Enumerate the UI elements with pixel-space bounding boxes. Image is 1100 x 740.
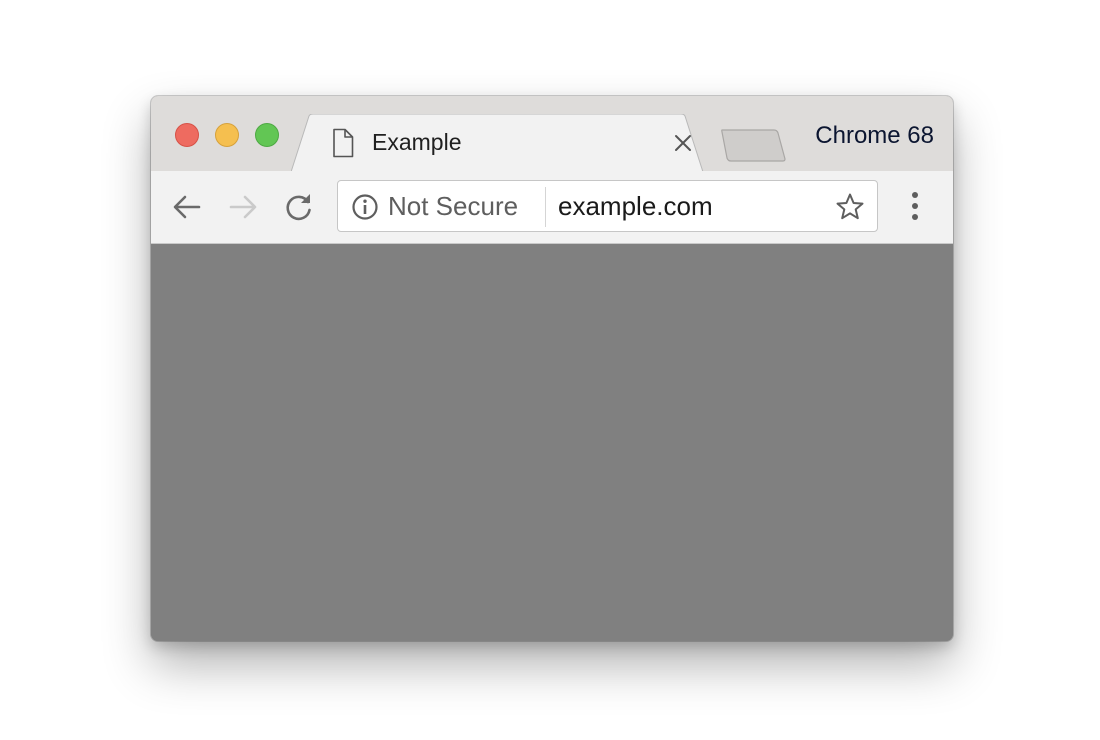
- info-icon[interactable]: [351, 193, 379, 221]
- browser-window: Example Chrome 68 Not Secure example.com: [151, 96, 953, 641]
- star-icon[interactable]: [835, 192, 865, 222]
- omnibox-divider: [545, 187, 546, 227]
- reload-icon[interactable]: [282, 190, 316, 224]
- address-bar[interactable]: Not Secure example.com: [337, 180, 878, 232]
- toolbar: Not Secure example.com: [151, 171, 953, 244]
- more-vertical-icon[interactable]: [903, 189, 927, 223]
- arrow-left-icon[interactable]: [170, 190, 204, 224]
- arrow-right-icon[interactable]: [226, 190, 260, 224]
- tab-title: Example: [372, 129, 462, 155]
- window-maximize-button[interactable]: [255, 123, 279, 147]
- close-icon[interactable]: [672, 132, 694, 154]
- window-close-button[interactable]: [175, 123, 199, 147]
- active-tab[interactable]: [291, 114, 731, 172]
- document-icon: [333, 128, 354, 158]
- page-content[interactable]: [151, 244, 953, 641]
- window-minimize-button[interactable]: [215, 123, 239, 147]
- url-text[interactable]: example.com: [558, 190, 713, 222]
- title-bar: Example Chrome 68: [151, 96, 953, 172]
- profile-label: Chrome 68: [815, 122, 934, 149]
- new-tab-icon[interactable]: [719, 128, 789, 162]
- security-status-label[interactable]: Not Secure: [388, 190, 518, 222]
